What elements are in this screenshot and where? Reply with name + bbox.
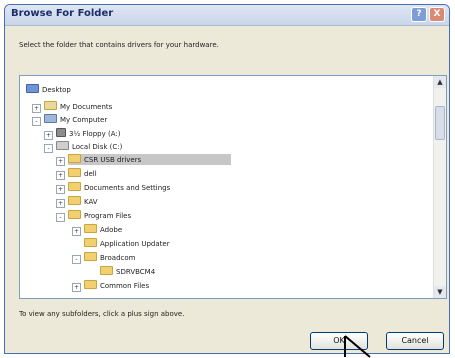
tree-item-floppy[interactable]: 3½ Floppy (A:) [56, 128, 120, 139]
close-button[interactable]: X [429, 7, 445, 22]
tree-item-documents-and-settings[interactable]: Documents and Settings [68, 182, 170, 193]
tree-item-label: Program Files [84, 212, 132, 220]
tree-item-label: My Documents [60, 103, 113, 111]
folder-icon [68, 182, 81, 191]
expand-documents-and-settings-toggle[interactable]: + [56, 185, 65, 194]
expand-adobe-toggle[interactable]: + [72, 227, 81, 236]
tree-item-label: Broadcom [100, 254, 136, 262]
cancel-button[interactable]: Cancel [386, 332, 444, 350]
folder-icon [68, 210, 81, 219]
tree-item-dell[interactable]: dell [68, 168, 97, 179]
expand-common-files-toggle[interactable]: + [72, 283, 81, 292]
folder-icon [100, 266, 113, 275]
tree-item-label: KAV [84, 198, 98, 206]
tree-item-label: dell [84, 170, 97, 178]
tree-item-label: Documents and Settings [84, 184, 171, 192]
hint-text: To view any subfolders, click a plus sig… [19, 310, 185, 318]
folder-icon [68, 154, 81, 163]
tree-item-adobe[interactable]: Adobe [84, 224, 122, 235]
tree-item-my-documents[interactable]: My Documents [44, 101, 112, 112]
collapse-program-files-toggle[interactable]: - [56, 213, 65, 222]
dialog-title: Browse For Folder [11, 8, 114, 19]
tree-item-label: Application Updater [100, 240, 170, 248]
tree-item-label: CSR USB drivers [84, 156, 142, 164]
folder-icon [84, 238, 97, 247]
folder-icon [84, 224, 97, 233]
tree-item-kav[interactable]: KAV [68, 196, 98, 207]
tree-item-local-disk-c[interactable]: Local Disk (C:) [56, 141, 122, 152]
tree-item-label: My Computer [60, 116, 108, 124]
tree-item-label: SDRVBCM4 [116, 268, 156, 276]
tree-item-application-updater[interactable]: Application Updater [84, 238, 170, 249]
folder-icon [68, 168, 81, 177]
expand-dell-toggle[interactable]: + [56, 171, 65, 180]
drive-icon [56, 141, 69, 150]
folder-icon [44, 101, 57, 110]
tree-item-label: Desktop [42, 86, 71, 94]
tree-item-label: Common Files [100, 282, 150, 290]
tree-item-sdrvbcm4[interactable]: SDRVBCM4 [100, 266, 155, 277]
collapse-local-disk-toggle[interactable]: - [44, 144, 53, 153]
scrollbar-thumb[interactable] [435, 106, 445, 140]
tree-item-program-files[interactable]: Program Files [68, 210, 131, 221]
expand-floppy-toggle[interactable]: + [44, 131, 53, 140]
tree-item-csr-usb-drivers[interactable]: CSR USB drivers [68, 154, 232, 165]
help-button[interactable]: ? [411, 7, 427, 22]
scroll-up-icon[interactable]: ▲ [434, 76, 446, 88]
floppy-icon [56, 128, 66, 137]
tree-item-broadcom[interactable]: Broadcom [84, 252, 136, 263]
scroll-down-icon[interactable]: ▼ [434, 286, 446, 298]
tree-item-desktop[interactable]: Desktop [26, 84, 71, 95]
collapse-broadcom-toggle[interactable]: - [72, 255, 81, 264]
title-bar: Browse For Folder ? X [5, 5, 449, 26]
instruction-text: Select the folder that contains drivers … [19, 41, 219, 49]
computer-icon [44, 114, 57, 123]
expand-kav-toggle[interactable]: + [56, 199, 65, 208]
folder-icon [84, 252, 97, 261]
mouse-pointer-icon [344, 335, 371, 358]
vertical-scrollbar[interactable]: ▲ ▼ [433, 76, 446, 298]
tree-item-label: Local Disk (C:) [72, 143, 123, 151]
desktop-icon [26, 84, 39, 93]
collapse-my-computer-toggle[interactable]: - [32, 117, 41, 126]
browse-for-folder-dialog: Browse For Folder ? X Select the folder … [4, 4, 450, 354]
folder-tree[interactable]: Desktop + My Documents - My Computer + 3… [19, 75, 447, 299]
folder-icon [84, 280, 97, 289]
expand-csr-usb-drivers-toggle[interactable]: + [56, 157, 65, 166]
tree-item-my-computer[interactable]: My Computer [44, 114, 107, 125]
tree-item-common-files[interactable]: Common Files [84, 280, 149, 291]
expand-my-documents-toggle[interactable]: + [32, 104, 41, 113]
tree-item-label: 3½ Floppy (A:) [69, 130, 121, 138]
folder-icon [68, 196, 81, 205]
tree-item-label: Adobe [100, 226, 123, 234]
